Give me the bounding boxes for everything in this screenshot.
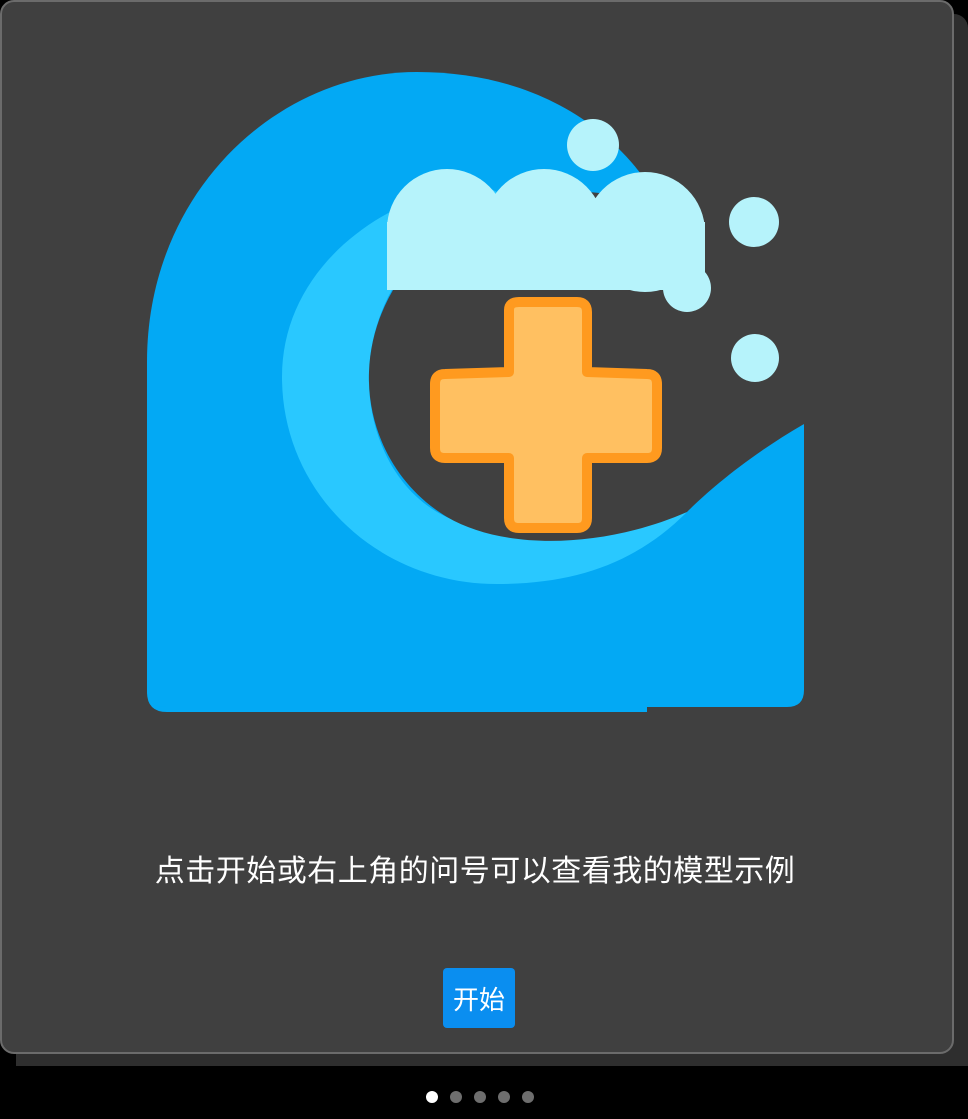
pager-dot-4[interactable] <box>498 1091 510 1103</box>
wave-plus-logo-icon <box>147 72 807 712</box>
pager-dot-1[interactable] <box>426 1091 438 1103</box>
pager-dots <box>0 1091 960 1105</box>
pager-dot-2[interactable] <box>450 1091 462 1103</box>
pager-dot-3[interactable] <box>474 1091 486 1103</box>
onboarding-message: 点击开始或右上角的问号可以查看我的模型示例 <box>154 854 796 889</box>
start-button[interactable]: 开始 <box>443 968 515 1028</box>
onboarding-card: 点击开始或右上角的问号可以查看我的模型示例 开始 <box>0 0 954 1054</box>
app-window: 点击开始或右上角的问号可以查看我的模型示例 开始 <box>0 0 968 1119</box>
pager-dot-5[interactable] <box>522 1091 534 1103</box>
